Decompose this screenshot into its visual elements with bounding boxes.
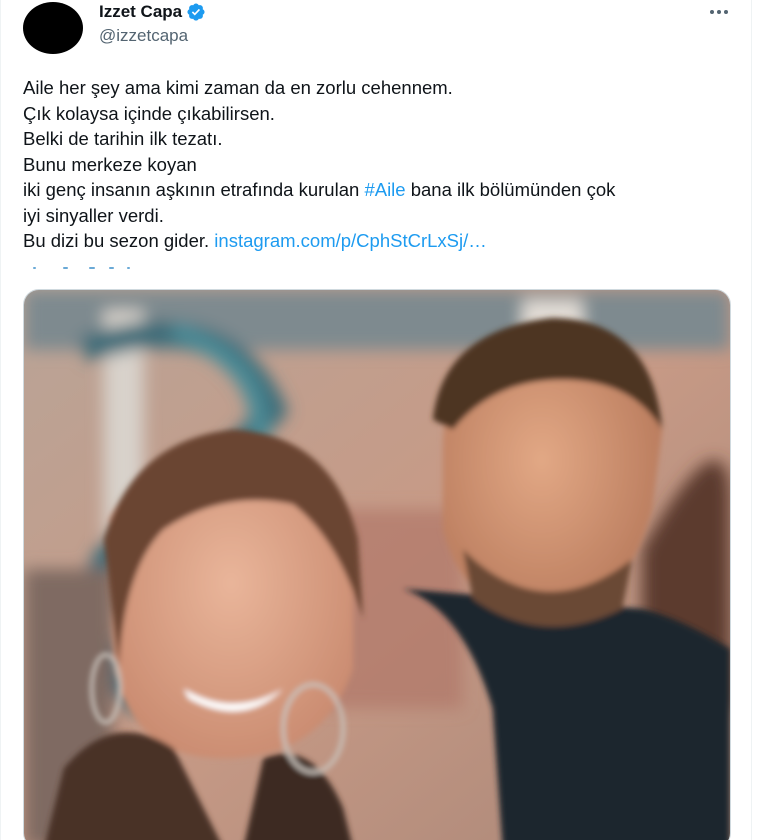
author-handle[interactable]: @izzetcapa: [99, 26, 188, 46]
hashtag-link[interactable]: #Aile: [364, 179, 405, 200]
fragment-mark: [63, 267, 68, 269]
tweet-line: Bunu merkeze koyan: [23, 153, 197, 175]
tweet-line: iki genç insanın aşkının etrafında kurul…: [23, 177, 738, 203]
translate-link-fragment[interactable]: [23, 262, 143, 272]
tweet-line-text: Bu dizi bu sezon gider.: [23, 230, 215, 251]
fragment-mark: [127, 267, 130, 269]
fragment-mark: [33, 267, 36, 269]
tweet-line: Belki de tarihin ilk tezatı.: [23, 128, 223, 149]
verified-badge-icon[interactable]: [186, 2, 206, 22]
author-avatar[interactable]: [23, 2, 83, 54]
tweet-line-text: iki genç insanın aşkının etrafında kurul…: [23, 179, 365, 200]
tweet-line: Çık kolaysa içinde çıkabilirsen.: [23, 102, 275, 124]
fragment-mark: [109, 267, 114, 269]
photo-illustration: [24, 290, 730, 840]
tweet-line: Bu dizi bu sezon gider. instagram.com/p/…: [23, 228, 738, 254]
tweet-line: iyi sinyaller verdi.: [23, 204, 164, 226]
author-display-name[interactable]: Izzet Capa: [99, 2, 182, 22]
timeline-border-right: [751, 0, 752, 840]
more-options-icon[interactable]: [706, 2, 732, 22]
more-dot: [724, 10, 728, 14]
timeline-border-left: [0, 0, 1, 840]
more-dot: [710, 10, 714, 14]
author-name-row: Izzet Capa: [99, 2, 206, 22]
tweet-text: Aile her şey ama kimi zaman da en zorlu …: [23, 75, 738, 254]
tweet-media-photo[interactable]: [23, 289, 731, 840]
more-dot: [717, 10, 721, 14]
external-link[interactable]: instagram.com/p/CphStCrLxSj/…: [214, 230, 486, 251]
tweet-line-text: bana ilk bölümünden çok: [405, 179, 616, 200]
tweet-line: Aile her şey ama kimi zaman da en zorlu …: [23, 77, 453, 98]
fragment-mark: [89, 267, 95, 269]
